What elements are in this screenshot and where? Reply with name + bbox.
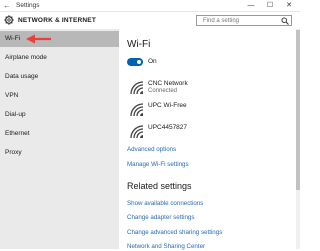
network-item-upc-wi-free[interactable]: UPC Wi-Free xyxy=(127,101,292,123)
toggle-knob xyxy=(137,60,141,64)
sidebar-item-dial-up[interactable]: Dial-up xyxy=(0,107,119,123)
toggle-state-label: On xyxy=(148,58,157,65)
network-name: UPC Wi-Free xyxy=(148,102,187,109)
page-header: NETWORK & INTERNET Find a setting xyxy=(0,12,300,29)
back-arrow-icon[interactable]: ← xyxy=(3,1,11,10)
sidebar-item-airplane-mode[interactable]: Airplane mode xyxy=(0,50,119,66)
sidebar: Wi-Fi Airplane mode Data usage VPN Dial-… xyxy=(0,29,119,249)
network-status: Connected xyxy=(148,88,178,94)
app-title: Settings xyxy=(16,2,40,9)
search-placeholder: Find a setting xyxy=(203,18,240,24)
settings-window: ← Settings — ☐ ✕ NETWORK & INTERNET Find… xyxy=(0,0,300,251)
change-adapter-settings-link[interactable]: Change adapter settings xyxy=(127,213,194,222)
sidebar-item-wifi[interactable]: Wi-Fi xyxy=(0,31,119,47)
sidebar-item-label: VPN xyxy=(5,92,19,99)
network-item-upc4457827[interactable]: UPC4457827 xyxy=(127,123,292,145)
sidebar-item-label: Proxy xyxy=(5,149,22,156)
wifi-toggle[interactable] xyxy=(127,58,143,66)
sidebar-item-ethernet[interactable]: Ethernet xyxy=(0,126,119,142)
close-button[interactable]: ✕ xyxy=(282,0,296,11)
title-bar: ← Settings — ☐ ✕ xyxy=(0,0,300,12)
arrow-annotation-icon xyxy=(26,34,51,44)
related-settings-heading: Related settings xyxy=(127,181,192,191)
sidebar-item-label: Airplane mode xyxy=(5,54,47,61)
gear-icon xyxy=(4,15,14,25)
sidebar-item-label: Dial-up xyxy=(5,111,26,118)
change-advanced-sharing-link[interactable]: Change advanced sharing settings xyxy=(127,228,222,237)
page-title: NETWORK & INTERNET xyxy=(18,17,96,24)
search-input[interactable]: Find a setting xyxy=(196,15,292,26)
network-sharing-center-link[interactable]: Network and Sharing Center xyxy=(127,242,205,251)
network-name: UPC4457827 xyxy=(148,124,188,131)
wifi-signal-icon xyxy=(130,103,144,117)
search-icon[interactable] xyxy=(281,17,289,25)
advanced-options-link[interactable]: Advanced options xyxy=(127,145,176,154)
sidebar-item-label: Ethernet xyxy=(5,130,30,137)
manage-wifi-settings-link[interactable]: Manage Wi-Fi settings xyxy=(127,160,189,169)
maximize-button[interactable]: ☐ xyxy=(263,0,277,11)
wifi-signal-icon xyxy=(130,125,144,139)
minimize-button[interactable]: — xyxy=(244,0,258,11)
scrollbar-thumb[interactable] xyxy=(296,30,300,190)
network-item-cnc[interactable]: CNC Network Connected xyxy=(127,79,292,101)
sidebar-item-vpn[interactable]: VPN xyxy=(0,88,119,104)
sidebar-item-label: Wi-Fi xyxy=(5,35,21,42)
sidebar-item-label: Data usage xyxy=(5,73,39,80)
sidebar-item-proxy[interactable]: Proxy xyxy=(0,145,119,161)
show-available-connections-link[interactable]: Show available connections xyxy=(127,199,203,208)
wifi-signal-icon xyxy=(130,81,144,95)
sidebar-item-data-usage[interactable]: Data usage xyxy=(0,69,119,85)
wifi-heading: Wi-Fi xyxy=(127,39,151,50)
